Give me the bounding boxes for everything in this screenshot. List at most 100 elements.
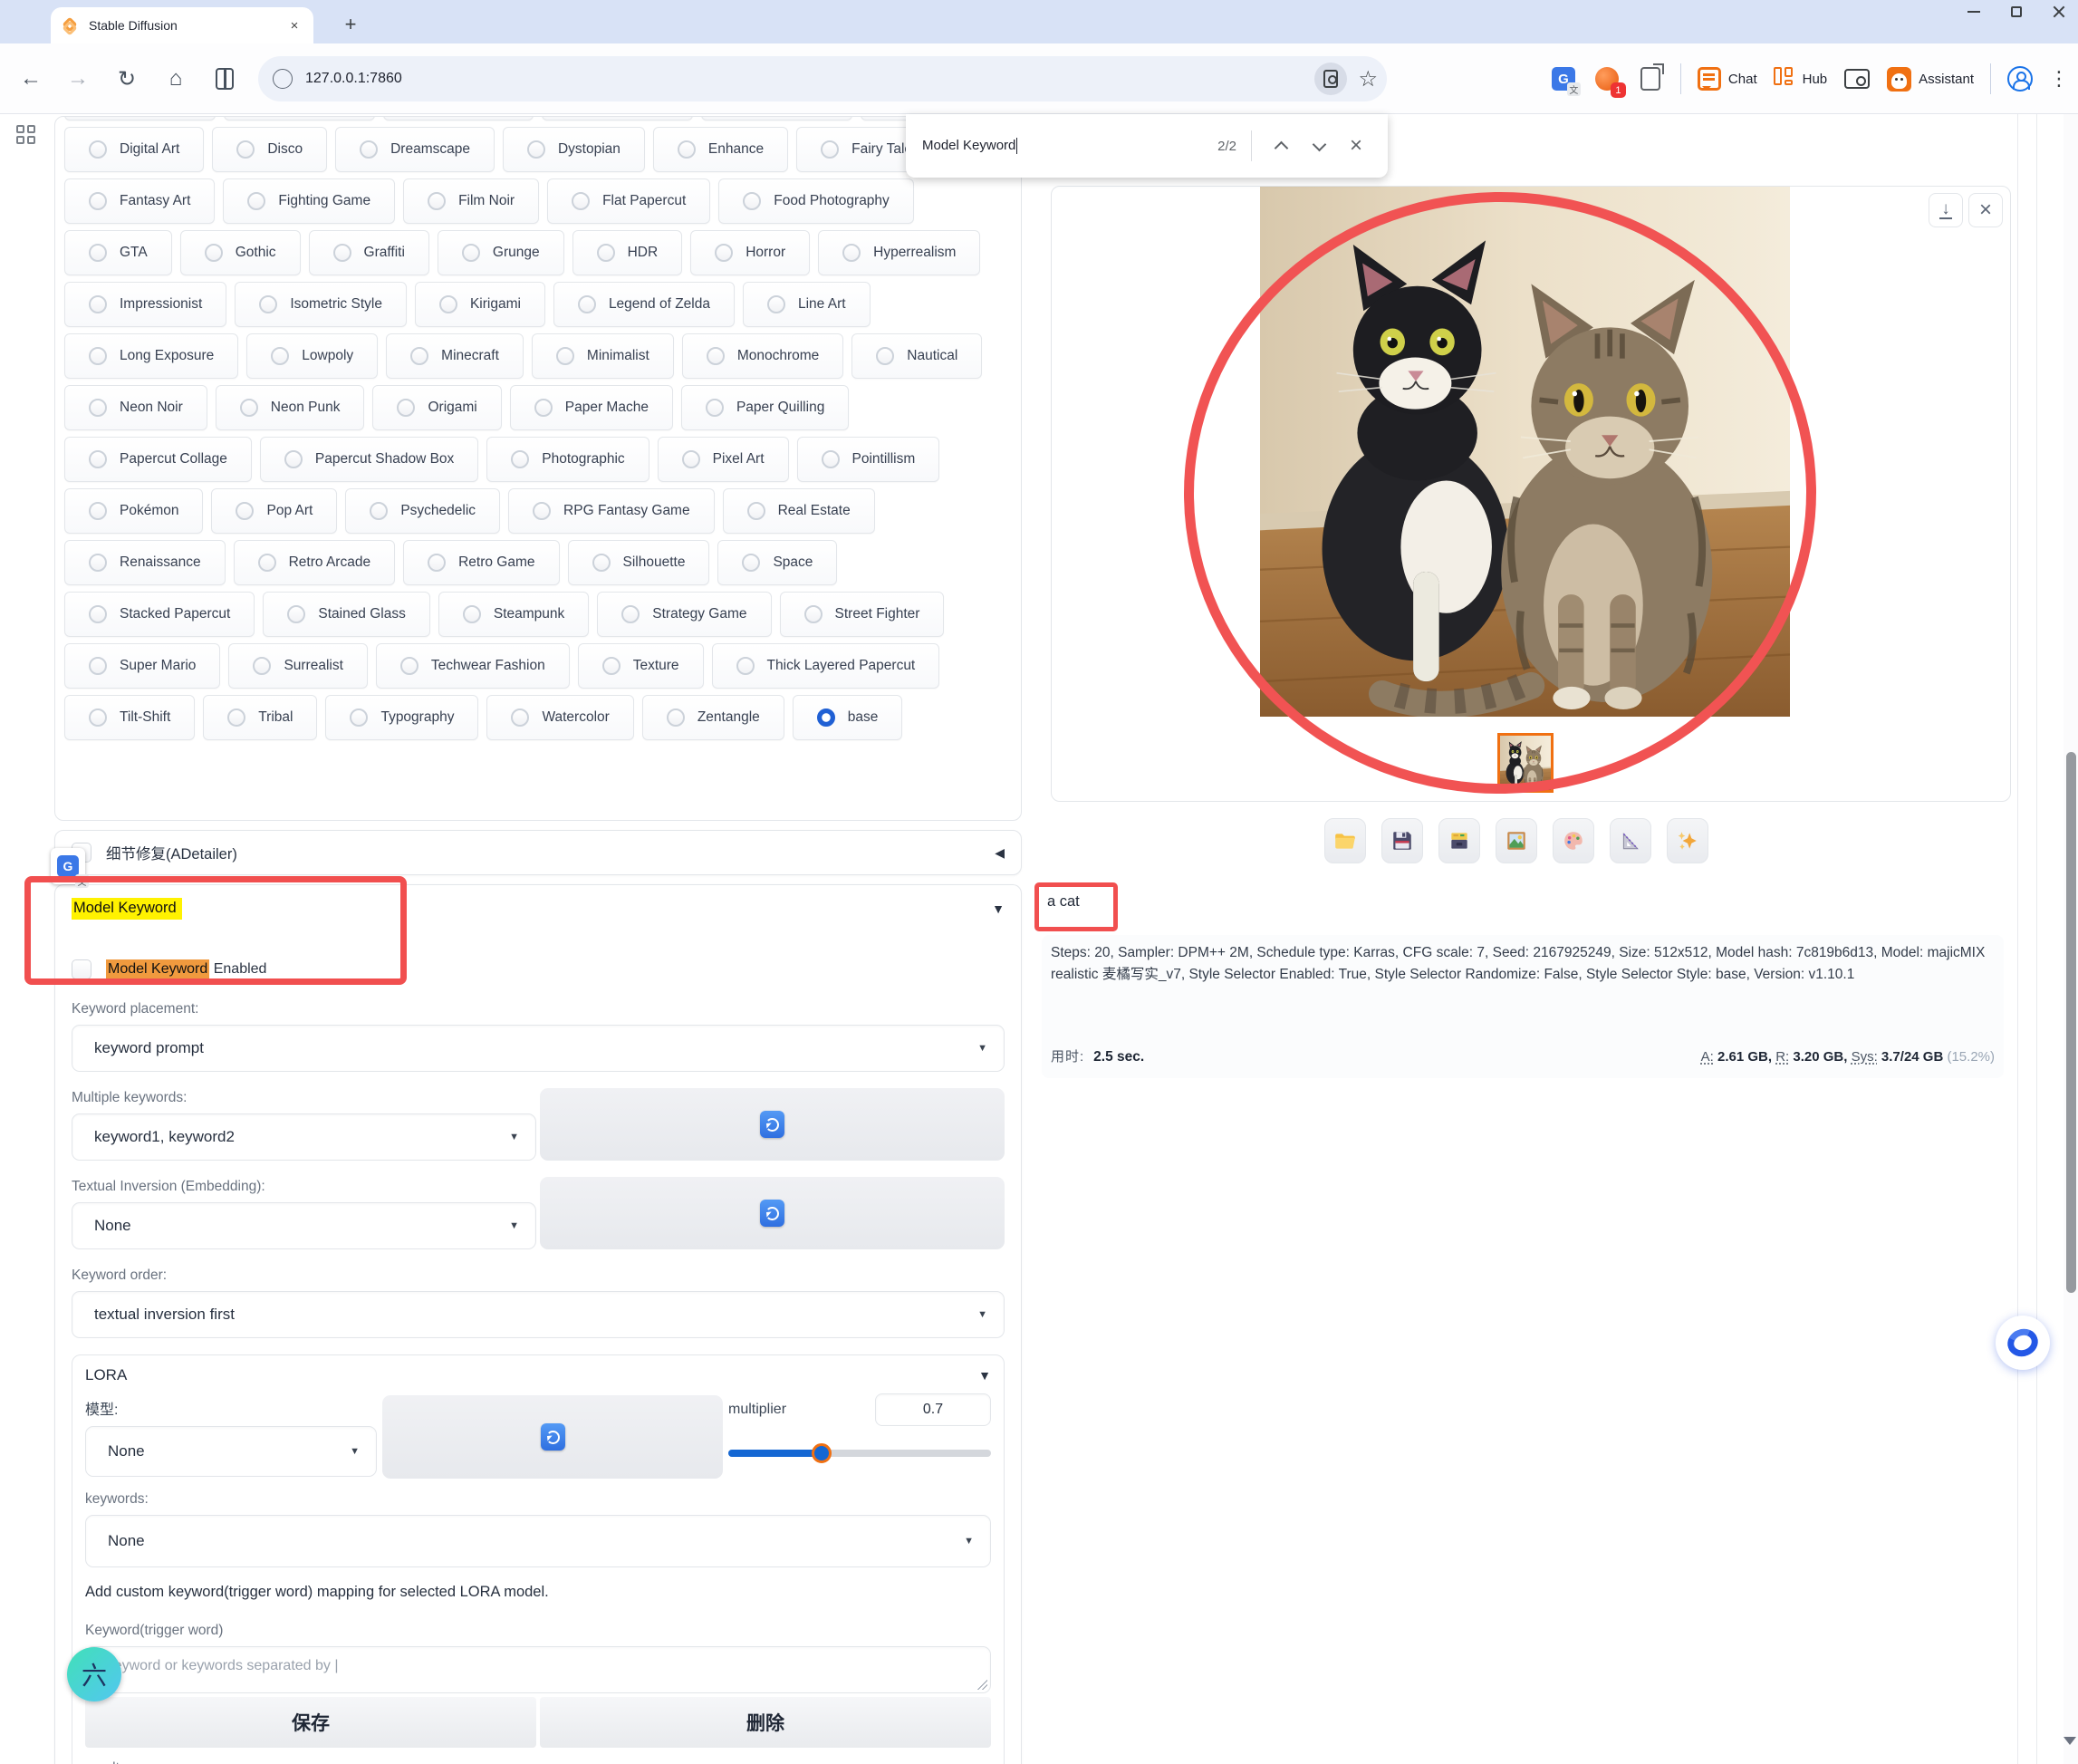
find-previous-icon[interactable] <box>1266 130 1297 161</box>
style-chip-retro-game[interactable]: Retro Game <box>403 540 559 585</box>
style-chip-digital-art[interactable]: Digital Art <box>64 127 204 172</box>
style-chip-film-noir[interactable]: Film Noir <box>403 178 539 224</box>
multiplier-slider[interactable] <box>728 1450 991 1457</box>
style-chip-texture[interactable]: Texture <box>578 643 704 689</box>
style-chip-origami[interactable]: Origami <box>372 385 501 430</box>
generation-params[interactable]: Steps: 20, Sampler: DPM++ 2M, Schedule t… <box>1051 942 1995 985</box>
refresh-embeddings-icon[interactable] <box>760 1200 784 1227</box>
style-chip-renaissance[interactable]: Renaissance <box>64 540 226 585</box>
style-chip-paper-mache[interactable]: Paper Mache <box>510 385 673 430</box>
refresh-lora-icon[interactable] <box>541 1423 565 1451</box>
style-chip-enhance[interactable]: Enhance <box>653 127 788 172</box>
find-close-icon[interactable]: × <box>1341 130 1371 161</box>
style-chip-strategy-game[interactable]: Strategy Game <box>597 592 771 637</box>
lora-model-dropdown[interactable]: None ▼ <box>85 1426 377 1477</box>
style-chip-stacked-papercut[interactable]: Stacked Papercut <box>64 592 255 637</box>
translate-popup-icon[interactable]: G文 <box>51 848 85 884</box>
save-button[interactable]: 保存 <box>85 1697 536 1748</box>
ruler-icon[interactable] <box>1610 818 1651 863</box>
style-chip-impressionist[interactable]: Impressionist <box>64 282 226 327</box>
style-chip-hyperrealism[interactable]: Hyperrealism <box>818 230 980 275</box>
back-icon[interactable]: ← <box>11 43 51 114</box>
translate-circle-button[interactable]: 六 <box>67 1647 121 1701</box>
style-chip-legend-of-zelda[interactable]: Legend of Zelda <box>553 282 735 327</box>
multiplier-input[interactable]: 0.7 <box>875 1393 991 1426</box>
style-chip-minecraft[interactable]: Minecraft <box>386 333 524 379</box>
style-chip-thick-layered-papercut[interactable]: Thick Layered Papercut <box>712 643 940 689</box>
save-icon[interactable] <box>1381 818 1423 863</box>
style-chip-silhouette[interactable]: Silhouette <box>568 540 710 585</box>
style-chip-grunge[interactable]: Grunge <box>438 230 564 275</box>
resize-grip-icon[interactable] <box>977 1680 987 1690</box>
palette-icon[interactable] <box>1553 818 1594 863</box>
prompt-text[interactable]: a cat <box>1047 893 1080 911</box>
window-maximize-icon[interactable] <box>2011 6 2022 17</box>
style-chip-monochrome[interactable]: Monochrome <box>682 333 843 379</box>
lora-keywords-dropdown[interactable]: None ▼ <box>85 1515 991 1567</box>
style-chip-gothic[interactable]: Gothic <box>180 230 301 275</box>
url-bar[interactable]: 127.0.0.1:7860 ☆ <box>258 56 1387 101</box>
url-text[interactable]: 127.0.0.1:7860 <box>305 71 1314 87</box>
image-icon[interactable] <box>1496 818 1537 863</box>
style-chip-tilt-shift[interactable]: Tilt-Shift <box>64 695 195 740</box>
find-bar[interactable]: Model Keyword 2/2 × <box>906 114 1388 178</box>
new-tab-button[interactable]: + <box>337 11 364 38</box>
style-chip-steampunk[interactable]: Steampunk <box>438 592 589 637</box>
trigger-word-textarea[interactable]: Keyword or keywords separated by | <box>85 1646 991 1693</box>
style-chip-nautical[interactable]: Nautical <box>851 333 982 379</box>
window-minimize-icon[interactable] <box>1967 11 1980 13</box>
style-chip-surrealist[interactable]: Surrealist <box>228 643 367 689</box>
style-chip-dreamscape[interactable]: Dreamscape <box>335 127 495 172</box>
chat-extension-button[interactable]: Chat <box>1698 67 1757 91</box>
model-keyword-header[interactable]: Model Keyword ▼ <box>72 898 1005 920</box>
style-chip-hdr[interactable]: HDR <box>572 230 683 275</box>
extension-with-badge-icon[interactable]: 1 <box>1593 65 1621 92</box>
style-chip-tribal[interactable]: Tribal <box>203 695 317 740</box>
style-chip-real-estate[interactable]: Real Estate <box>723 488 875 534</box>
close-image-button[interactable]: × <box>1968 193 2003 227</box>
home-icon[interactable]: ⌂ <box>156 43 196 114</box>
style-chip-kirigami[interactable]: Kirigami <box>415 282 545 327</box>
style-chip-paper-quilling[interactable]: Paper Quilling <box>681 385 849 430</box>
refresh-keywords-icon[interactable] <box>760 1111 784 1138</box>
style-chip-line-art[interactable]: Line Art <box>743 282 871 327</box>
translate-extension-icon[interactable]: G文 <box>1550 65 1577 92</box>
window-close-icon[interactable] <box>2053 5 2065 18</box>
style-chip-gta[interactable]: GTA <box>64 230 172 275</box>
style-chip-stained-glass[interactable]: Stained Glass <box>263 592 430 637</box>
adetailer-accordion[interactable]: 细节修复(ADetailer) ◀ <box>54 830 1022 875</box>
style-chip-food-photography[interactable]: Food Photography <box>718 178 914 224</box>
style-chip-graffiti[interactable]: Graffiti <box>309 230 429 275</box>
style-chip-neon-punk[interactable]: Neon Punk <box>216 385 365 430</box>
find-next-icon[interactable] <box>1304 130 1335 161</box>
multiple-keywords-dropdown[interactable]: keyword1, keyword2 ▼ <box>72 1113 536 1161</box>
screen-search-icon[interactable] <box>1843 65 1871 92</box>
clipboard-extension-icon[interactable] <box>1637 65 1664 92</box>
find-in-page-icon[interactable] <box>1314 63 1347 95</box>
style-chip-techwear-fashion[interactable]: Techwear Fashion <box>376 643 570 689</box>
keyword-order-dropdown[interactable]: textual inversion first ▼ <box>72 1291 1005 1338</box>
style-chip-papercut-shadow-box[interactable]: Papercut Shadow Box <box>260 437 478 482</box>
reload-icon[interactable]: ↻ <box>107 43 147 114</box>
style-chip-flat-papercut[interactable]: Flat Papercut <box>547 178 710 224</box>
style-chip-disco[interactable]: Disco <box>212 127 327 172</box>
site-info-icon[interactable] <box>273 69 293 89</box>
style-chip-pok-mon[interactable]: Pokémon <box>64 488 203 534</box>
slider-thumb[interactable] <box>812 1443 832 1463</box>
style-chip-zentangle[interactable]: Zentangle <box>642 695 784 740</box>
accordion-expanded-icon[interactable]: ▼ <box>978 1368 991 1383</box>
style-chip-watercolor[interactable]: Watercolor <box>486 695 633 740</box>
sparkles-icon[interactable] <box>1667 818 1708 863</box>
style-chip-fantasy-art[interactable]: Fantasy Art <box>64 178 215 224</box>
style-chip-psychedelic[interactable]: Psychedelic <box>345 488 500 534</box>
tab-close-icon[interactable]: × <box>286 17 303 34</box>
style-chip-papercut-collage[interactable]: Papercut Collage <box>64 437 252 482</box>
tab-stable-diffusion[interactable]: Stable Diffusion × <box>51 7 313 43</box>
style-chip-typography[interactable]: Typography <box>325 695 478 740</box>
hub-extension-button[interactable]: Hub <box>1774 67 1828 91</box>
style-chip-dystopian[interactable]: Dystopian <box>503 127 645 172</box>
browser-menu-icon[interactable]: ⋮ <box>2049 67 2069 91</box>
style-chip-minimalist[interactable]: Minimalist <box>532 333 674 379</box>
model-keyword-enabled-checkbox[interactable] <box>72 959 91 979</box>
style-chip-fighting-game[interactable]: Fighting Game <box>223 178 395 224</box>
